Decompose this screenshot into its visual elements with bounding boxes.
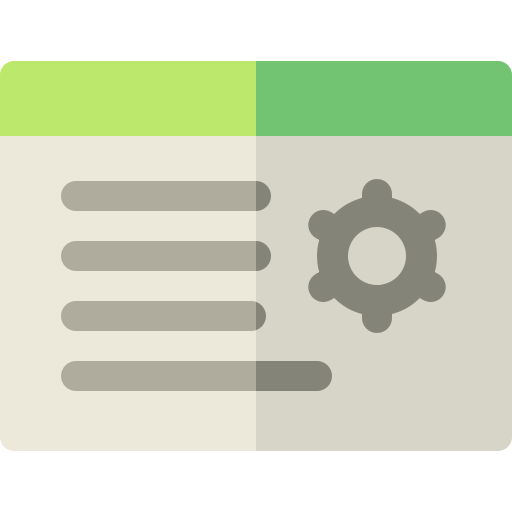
settings-window-icon xyxy=(0,0,512,512)
gear-hole xyxy=(348,227,406,285)
title-bar-left xyxy=(0,61,256,136)
title-bar-right xyxy=(256,61,512,136)
icon-canvas xyxy=(0,61,512,451)
